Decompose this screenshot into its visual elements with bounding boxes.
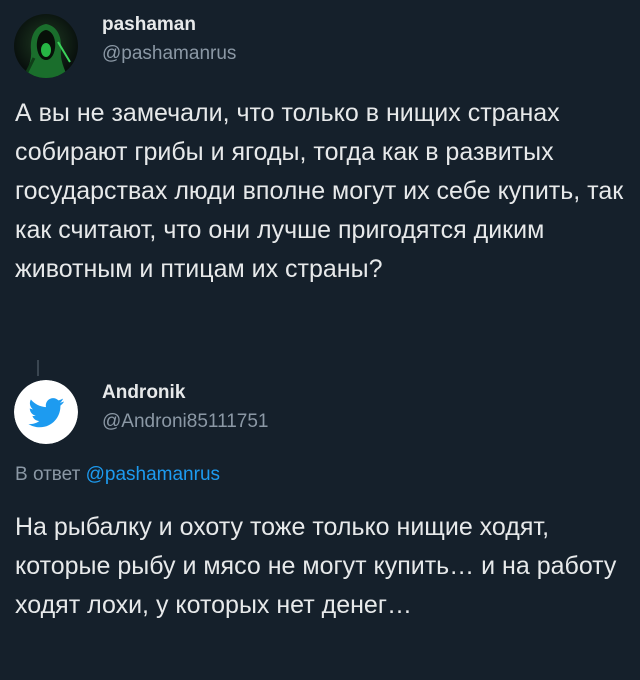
author-handle[interactable]: @Androni85111751 [102,411,269,433]
thread-connector-line [37,360,39,376]
author-name[interactable]: pashaman [102,14,196,36]
tweet-text: А вы не замечали, что только в нищих стр… [15,99,624,283]
author-handle[interactable]: @pashamanrus [102,43,236,65]
hooded-archer-icon [14,14,78,78]
reply-prefix: В ответ [15,464,81,485]
pashaman-avatar[interactable] [14,14,78,78]
andronik-avatar[interactable] [14,380,78,444]
author-name[interactable]: Andronik [102,382,185,404]
reply-mention-link[interactable]: @pashamanrus [86,464,220,485]
reply-context: В ответ @pashamanrus [15,464,220,486]
tweet-text: На рыбалку и охоту тоже только нищие ход… [15,513,617,619]
twitter-bird-icon [14,380,78,444]
